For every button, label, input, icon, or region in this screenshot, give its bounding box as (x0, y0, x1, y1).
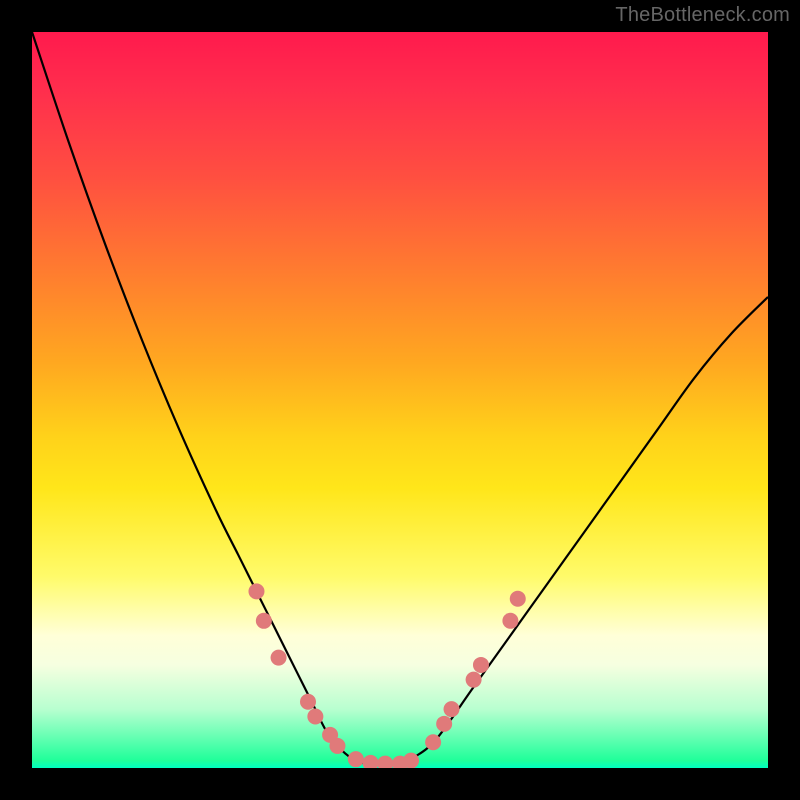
data-dot (377, 756, 393, 768)
data-dots (248, 583, 525, 768)
watermark-text: TheBottleneck.com (615, 4, 790, 27)
data-dot (329, 738, 345, 754)
data-dot (256, 613, 272, 629)
bottleneck-curve (32, 32, 768, 765)
data-dot (502, 613, 518, 629)
chart-container: TheBottleneck.com (0, 0, 800, 800)
data-dot (271, 650, 287, 666)
data-dot (444, 701, 460, 717)
data-dot (248, 583, 264, 599)
data-dot (436, 716, 452, 732)
data-dot (510, 591, 526, 607)
chart-svg (32, 32, 768, 768)
data-dot (300, 694, 316, 710)
data-dot (403, 753, 419, 768)
data-dot (466, 672, 482, 688)
data-dot (363, 755, 379, 768)
data-dot (348, 751, 364, 767)
data-dot (473, 657, 489, 673)
data-dot (425, 734, 441, 750)
data-dot (307, 708, 323, 724)
